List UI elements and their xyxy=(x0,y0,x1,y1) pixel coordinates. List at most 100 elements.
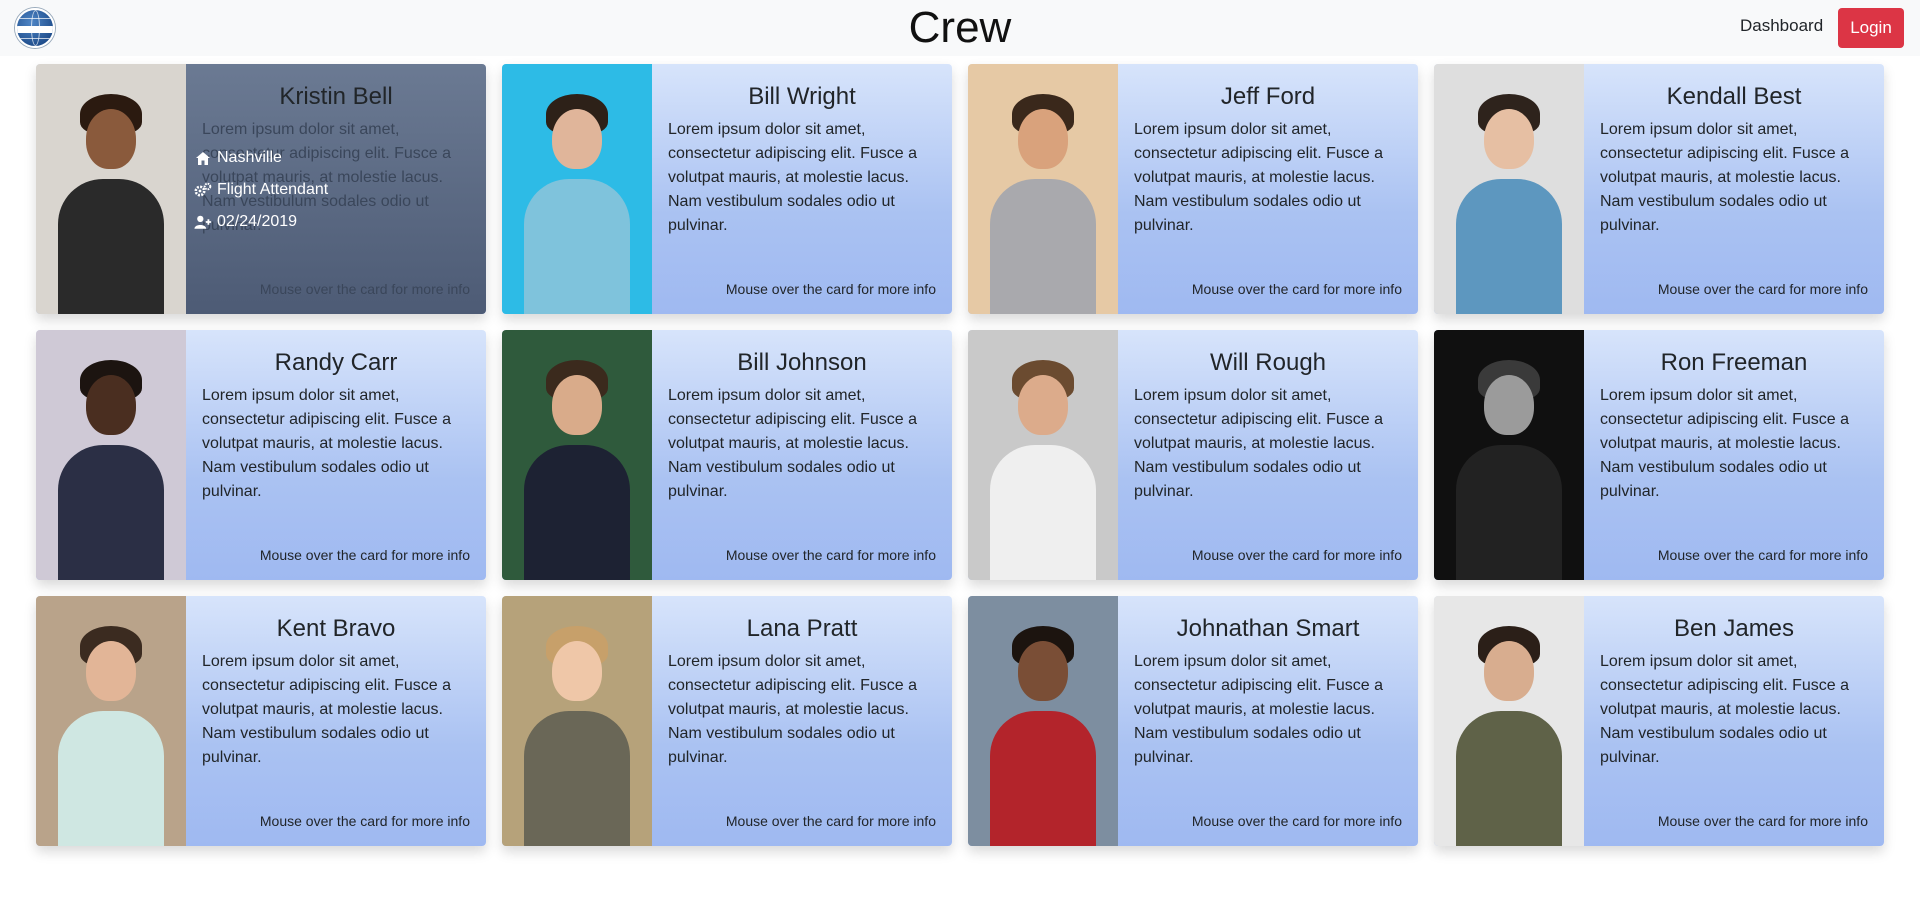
photo-body xyxy=(1456,445,1562,580)
crew-card-content: Ben James Lorem ipsum dolor sit amet, con… xyxy=(1584,596,1884,846)
dashboard-link[interactable]: Dashboard xyxy=(1740,16,1823,36)
photo-head xyxy=(1018,375,1068,435)
crew-photo xyxy=(36,64,186,314)
photo-head xyxy=(86,375,136,435)
crew-card[interactable]: Kendall Best Lorem ipsum dolor sit amet, … xyxy=(1434,64,1884,314)
crew-name: Will Rough xyxy=(1209,349,1327,376)
crew-name: Kristin Bell xyxy=(279,83,393,110)
crew-card[interactable]: Bill Wright Lorem ipsum dolor sit amet, c… xyxy=(502,64,952,314)
card-hint: Mouse over the card for more info xyxy=(1191,813,1402,829)
crew-bio: Lorem ipsum dolor sit amet, consectetur … xyxy=(1134,387,1384,500)
crew-card-content: Jeff Ford Lorem ipsum dolor sit amet, con… xyxy=(1118,64,1418,314)
photo-head xyxy=(552,641,602,701)
photo-body xyxy=(990,445,1096,580)
crew-name: Randy Carr xyxy=(274,349,398,376)
logo-band xyxy=(17,26,53,33)
crew-bio: Lorem ipsum dolor sit amet, consectetur … xyxy=(202,653,452,766)
pan-am-globe-icon[interactable] xyxy=(15,8,55,48)
crew-photo xyxy=(968,64,1118,314)
crew-photo xyxy=(1434,330,1584,580)
crew-name: Johnathan Smart xyxy=(1176,615,1360,642)
card-hint: Mouse over the card for more info xyxy=(1657,547,1868,563)
crew-card[interactable]: Ben James Lorem ipsum dolor sit amet, con… xyxy=(1434,596,1884,846)
photo-head xyxy=(1484,109,1534,169)
crew-bio: Lorem ipsum dolor sit amet, consectetur … xyxy=(1134,121,1384,234)
photo-body xyxy=(524,711,630,846)
photo-head xyxy=(1484,375,1534,435)
crew-bio: Lorem ipsum dolor sit amet, consectetur … xyxy=(1134,653,1384,766)
crew-name: Ron Freeman xyxy=(1660,349,1808,376)
card-hint: Mouse over the card for more info xyxy=(259,281,470,297)
crew-photo xyxy=(36,330,186,580)
crew-bio: Lorem ipsum dolor sit amet, consectetur … xyxy=(1600,121,1850,234)
crew-card-content: Bill Wright Lorem ipsum dolor sit amet, c… xyxy=(652,64,952,314)
detail-role: Flight Attendant xyxy=(194,174,328,206)
photo-body xyxy=(58,711,164,846)
crew-bio: Lorem ipsum dolor sit amet, consectetur … xyxy=(202,387,452,500)
page-title: Crew xyxy=(908,3,1012,52)
logo-parallel xyxy=(17,18,53,19)
crew-photo xyxy=(36,596,186,846)
detail-city: Nashville xyxy=(194,142,328,174)
crew-card-content: Ron Freeman Lorem ipsum dolor sit amet, c… xyxy=(1584,330,1884,580)
card-hint: Mouse over the card for more info xyxy=(259,813,470,829)
photo-body xyxy=(990,711,1096,846)
crew-name: Bill Wright xyxy=(748,83,856,110)
crew-card[interactable]: Bill Johnson Lorem ipsum dolor sit amet, … xyxy=(502,330,952,580)
crew-card-content: Lana Pratt Lorem ipsum dolor sit amet, co… xyxy=(652,596,952,846)
crew-card[interactable]: Lana Pratt Lorem ipsum dolor sit amet, co… xyxy=(502,596,952,846)
crew-bio: Lorem ipsum dolor sit amet, consectetur … xyxy=(1600,653,1850,766)
crew-card[interactable]: Ron Freeman Lorem ipsum dolor sit amet, c… xyxy=(1434,330,1884,580)
photo-head xyxy=(552,375,602,435)
card-hint: Mouse over the card for more info xyxy=(1191,547,1402,563)
crew-photo xyxy=(502,596,652,846)
photo-body xyxy=(58,179,164,314)
crew-card[interactable]: Jeff Ford Lorem ipsum dolor sit amet, con… xyxy=(968,64,1418,314)
crew-name: Kendall Best xyxy=(1666,83,1802,110)
crew-bio: Lorem ipsum dolor sit amet, consectetur … xyxy=(668,387,918,500)
crew-card-content: Randy Carr Lorem ipsum dolor sit amet, co… xyxy=(186,330,486,580)
crew-bio: Lorem ipsum dolor sit amet, consectetur … xyxy=(1600,387,1850,500)
crew-card[interactable]: Kent Bravo Lorem ipsum dolor sit amet, co… xyxy=(36,596,486,846)
card-hint: Mouse over the card for more info xyxy=(1657,813,1868,829)
detail-role-text: Flight Attendant xyxy=(217,181,329,198)
photo-head xyxy=(86,641,136,701)
card-hint: Mouse over the card for more info xyxy=(1657,281,1868,297)
crew-card-content: Johnathan Smart Lorem ipsum dolor sit ame… xyxy=(1118,596,1418,846)
card-hint: Mouse over the card for more info xyxy=(259,547,470,563)
crew-card-content: Kent Bravo Lorem ipsum dolor sit amet, co… xyxy=(186,596,486,846)
detail-city-text: Nashville xyxy=(217,149,282,166)
crew-photo xyxy=(1434,596,1584,846)
crew-card[interactable]: Will Rough Lorem ipsum dolor sit amet, co… xyxy=(968,330,1418,580)
photo-head xyxy=(1018,641,1068,701)
crew-name: Kent Bravo xyxy=(276,615,396,642)
photo-body xyxy=(1456,711,1562,846)
user-plus-icon xyxy=(194,213,212,231)
login-button[interactable]: Login xyxy=(1838,8,1904,48)
detail-date-text: 02/24/2019 xyxy=(217,213,298,230)
photo-body xyxy=(990,179,1096,314)
photo-head xyxy=(86,109,136,169)
crew-card-content: Will Rough Lorem ipsum dolor sit amet, co… xyxy=(1118,330,1418,580)
crew-photo xyxy=(968,330,1118,580)
crew-card[interactable]: Kristin Bell Lorem ipsum dolor sit amet, … xyxy=(36,64,486,314)
home-icon xyxy=(194,149,212,167)
crew-grid: Kristin Bell Lorem ipsum dolor sit amet, … xyxy=(36,64,1884,846)
logo-parallel xyxy=(17,38,53,39)
crew-photo xyxy=(502,330,652,580)
photo-head xyxy=(1018,109,1068,169)
gears-icon xyxy=(194,181,212,199)
photo-head xyxy=(552,109,602,169)
card-hint: Mouse over the card for more info xyxy=(725,813,936,829)
crew-card-content: Kendall Best Lorem ipsum dolor sit amet, … xyxy=(1584,64,1884,314)
crew-card[interactable]: Johnathan Smart Lorem ipsum dolor sit ame… xyxy=(968,596,1418,846)
crew-card[interactable]: Randy Carr Lorem ipsum dolor sit amet, co… xyxy=(36,330,486,580)
crew-photo xyxy=(968,596,1118,846)
crew-name: Jeff Ford xyxy=(1220,83,1316,110)
crew-name: Ben James xyxy=(1673,615,1795,642)
card-hint: Mouse over the card for more info xyxy=(725,547,936,563)
crew-bio: Lorem ipsum dolor sit amet, consectetur … xyxy=(668,121,918,234)
photo-body xyxy=(524,445,630,580)
crew-details-overlay: Nashville Flight Attendant 02/24/2019 xyxy=(194,142,328,238)
crew-photo xyxy=(1434,64,1584,314)
